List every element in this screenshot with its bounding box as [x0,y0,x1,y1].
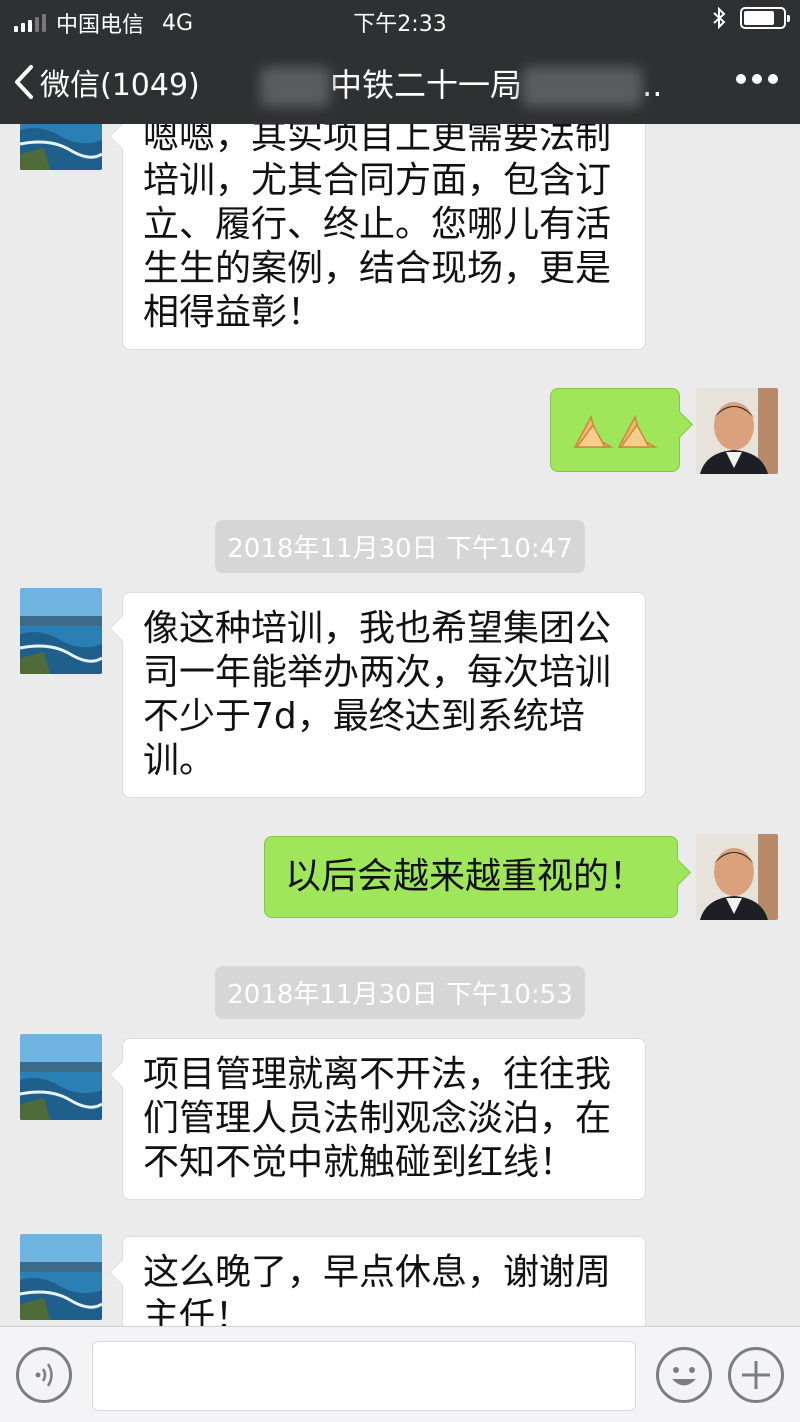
message-text: 这么晚了，早点休息，谢谢周主任！ [143,1252,612,1326]
my-avatar[interactable] [696,388,778,474]
redacted-text [522,67,643,107]
message-text: 项目管理就离不开法，往往我们管理人员法制观念淡泊，在不知不觉中就触碰到红线！ [143,1054,612,1183]
voice-button[interactable] [16,1347,72,1403]
back-label: 微信(1049) [40,68,200,103]
timestamp: 2018年11月30日 下午10:53 [0,966,800,1019]
chat-title-text: 中铁二十一局 [330,66,523,104]
message-bubble[interactable]: 像这种培训，我也希望集团公司一年能举办两次，每次培训不少于7d，最终达到系统培训… [122,592,646,798]
timestamp-label: 2018年11月30日 下午10:47 [215,520,585,573]
input-bar [0,1326,800,1422]
message-text: 像这种培训，我也希望集团公司一年能举办两次，每次培训不少于7d，最终达到系统培训… [143,608,612,781]
plus-icon [742,1361,770,1389]
redacted-text [260,67,330,107]
back-button[interactable]: 微信(1049) [14,60,200,104]
message-bubble[interactable]: 这么晚了，早点休息，谢谢周主任！ [122,1236,646,1326]
voice-icon [35,1363,53,1387]
message-input[interactable] [92,1341,636,1411]
contact-avatar[interactable] [20,588,102,674]
contact-avatar[interactable] [20,1234,102,1320]
more-actions-button[interactable] [728,1347,784,1403]
status-time: 下午2:33 [353,12,447,37]
contact-avatar[interactable] [20,1034,102,1120]
emoji-face-icon [672,1367,696,1386]
message-text: 嗯嗯，其实项目上更需要法制培训，尤其合同方面，包含订立、履行、终止。您哪儿有活生… [143,124,612,333]
chat-title-suffix: .. [642,66,663,104]
clasped-hands-emoji [573,414,658,448]
chevron-left-icon [15,65,33,99]
my-avatar[interactable] [696,834,778,920]
status-right [712,7,790,29]
message-bubble[interactable]: 嗯嗯，其实项目上更需要法制培训，尤其合同方面，包含订立、履行、终止。您哪儿有活生… [122,124,646,350]
chat-area[interactable]: 嗯嗯，其实项目上更需要法制培训，尤其合同方面，包含订立、履行、终止。您哪儿有活生… [0,124,800,1326]
emoji-button[interactable] [656,1347,712,1403]
message-bubble-mine[interactable] [550,388,680,472]
timestamp: 2018年11月30日 下午10:47 [0,520,800,573]
message-bubble-mine[interactable]: 以后会越来越重视的！ [264,836,678,918]
contact-avatar[interactable] [20,124,102,170]
bluetooth-icon [713,7,726,29]
nav-bar: 微信(1049) 中铁二十一局.. [0,40,800,124]
message-text: 以后会越来越重视的！ [285,856,646,897]
status-bar: 中国电信 4G 下午2:33 [0,0,800,40]
battery-icon [740,7,790,29]
message-bubble[interactable]: 项目管理就离不开法，往往我们管理人员法制观念淡泊，在不知不觉中就触碰到红线！ [122,1038,646,1200]
chat-title: 中铁二十一局.. [260,60,730,107]
timestamp-label: 2018年11月30日 下午10:53 [215,966,585,1019]
more-dots-icon[interactable] [736,74,778,84]
